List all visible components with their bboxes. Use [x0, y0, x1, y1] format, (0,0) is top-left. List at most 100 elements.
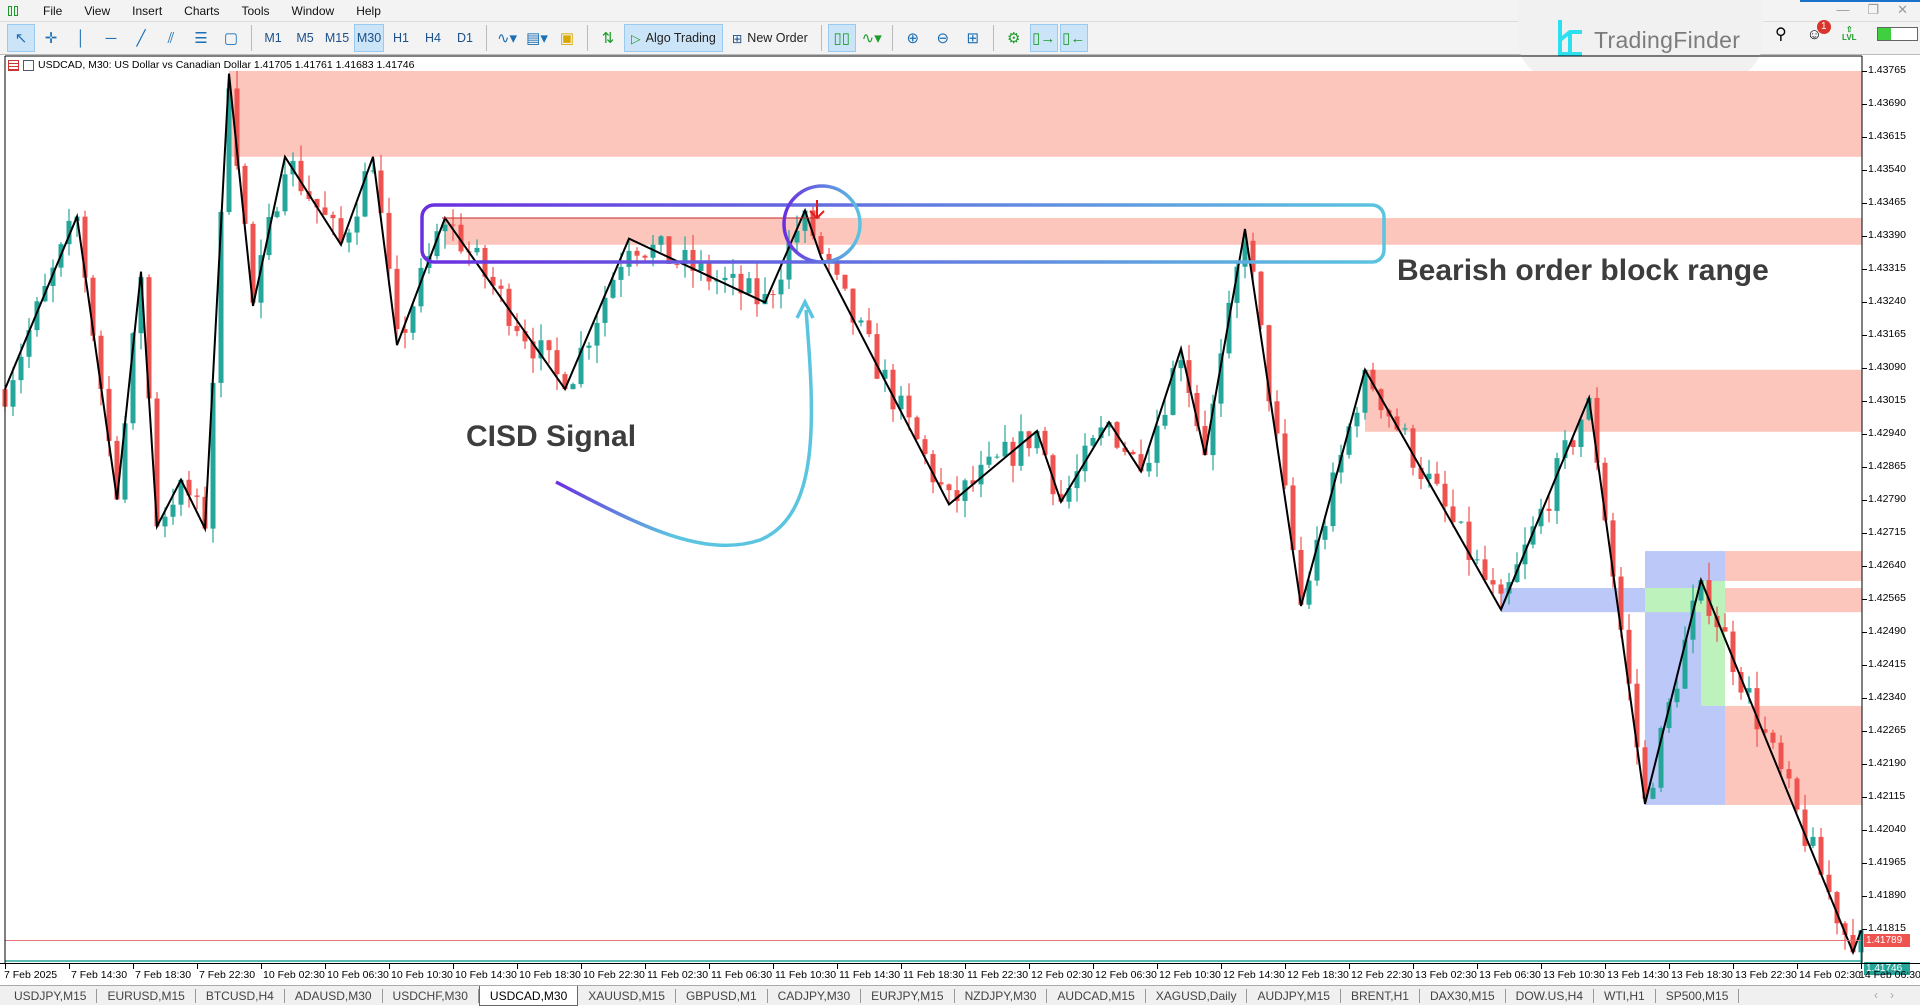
tab-usdjpy-m15[interactable]: USDJPY,M15 [4, 988, 98, 1003]
bearish-candle [1258, 271, 1264, 326]
bullish-candle [10, 380, 16, 407]
tab-audjpy-m15[interactable]: AUDJPY,M15 [1247, 988, 1341, 1003]
bearish-candle [1794, 778, 1800, 810]
tab-nzdjpy-m30[interactable]: NZDJPY,M30 [955, 988, 1048, 1003]
bearish-candle [770, 294, 776, 296]
chart-window-icon [23, 59, 34, 71]
bearish-candle [1546, 508, 1552, 511]
price-tick [1862, 269, 1867, 270]
bearish-candle [394, 268, 400, 330]
bid-price-tag: 1.41789 [1864, 934, 1910, 948]
time-tick [1477, 964, 1478, 969]
bearish-candle [554, 350, 560, 375]
tab-audcad-m15[interactable]: AUDCAD,M15 [1047, 988, 1146, 1003]
tab-sp500-m15[interactable]: SP500,M15 [1656, 988, 1740, 1003]
price-tick [1862, 401, 1867, 402]
pink-zone [229, 71, 1862, 157]
time-tick-label: 10 Feb 06:30 [327, 969, 389, 981]
price-tick-label: 1.42415 [1868, 658, 1906, 670]
bearish-candle [498, 285, 504, 289]
tab-scroll-arrows[interactable]: ‹› [1874, 988, 1906, 1002]
time-tick-label: 14 Feb 02:30 [1799, 969, 1861, 981]
time-tick [517, 964, 518, 969]
price-chart[interactable] [0, 0, 1920, 1005]
bearish-candle [322, 207, 328, 215]
time-tick [1413, 964, 1414, 969]
bearish-candle [674, 263, 680, 265]
price-tick [1862, 566, 1867, 567]
bullish-candle [346, 232, 352, 243]
price-tick-label: 1.42115 [1868, 790, 1906, 802]
tab-eurjpy-m15[interactable]: EURJPY,M15 [861, 988, 955, 1003]
bullish-candle [474, 247, 480, 253]
bearish-candle [1490, 580, 1496, 585]
tab-usdcad-m30[interactable]: USDCAD,M30 [478, 985, 579, 1006]
time-tick-label: 12 Feb 02:30 [1031, 969, 1093, 981]
tab-brent-h1[interactable]: BRENT,H1 [1341, 988, 1420, 1003]
bullish-candle [410, 306, 416, 333]
time-tick [901, 964, 902, 969]
time-tick [1541, 964, 1542, 969]
bearish-candle [1442, 483, 1448, 507]
bearish-candle [514, 325, 520, 332]
bearish-candle [1778, 742, 1784, 770]
tab-eurusd-m15[interactable]: EURUSD,M15 [97, 988, 196, 1003]
tab-adausd-m30[interactable]: ADAUSD,M30 [285, 988, 383, 1003]
time-tick [69, 964, 70, 969]
tab-wti-h1[interactable]: WTI,H1 [1594, 988, 1656, 1003]
price-tick [1862, 797, 1867, 798]
bearish-ob-range-label: Bearish order block range [1397, 254, 1769, 287]
bearish-candle [1786, 769, 1792, 779]
bullish-candle [626, 250, 632, 267]
bullish-candle [1146, 462, 1152, 472]
time-tick-label: 10 Feb 10:30 [391, 969, 453, 981]
time-tick-label: 10 Feb 02:30 [263, 969, 325, 981]
time-tick-label: 12 Feb 06:30 [1095, 969, 1157, 981]
bearish-candle [914, 417, 920, 440]
price-tick [1862, 533, 1867, 534]
price-tick [1862, 170, 1867, 171]
time-tick-label: 13 Feb 06:30 [1479, 969, 1541, 981]
price-tick-label: 1.43315 [1868, 262, 1906, 274]
price-tick [1862, 71, 1867, 72]
tab-xauusd-m15[interactable]: XAUUSD,M15 [578, 988, 676, 1003]
time-tick-label: 7 Feb 22:30 [199, 969, 256, 981]
time-tick-label: 10 Feb 18:30 [519, 969, 581, 981]
cisd-signal-label: CISD Signal [466, 420, 637, 453]
time-axis[interactable]: 7 Feb 2025 7 Feb 14:30 7 Feb 18:30 7 Feb 22… [0, 963, 1920, 985]
price-tick [1862, 599, 1867, 600]
time-tick [1605, 964, 1606, 969]
tab-dax30-m15[interactable]: DAX30,M15 [1420, 988, 1506, 1003]
time-tick [133, 964, 134, 969]
tab-cadjpy-m30[interactable]: CADJPY,M30 [768, 988, 862, 1003]
price-tick [1862, 236, 1867, 237]
bullish-candle [354, 216, 360, 233]
tab-gbpusd-m1[interactable]: GBPUSD,M1 [676, 988, 768, 1003]
price-tick [1862, 500, 1867, 501]
time-tick-label: 11 Feb 22:30 [967, 969, 1029, 981]
price-tick [1862, 137, 1867, 138]
bullish-candle [858, 320, 864, 323]
bearish-candle [1282, 433, 1288, 486]
time-tick-label: 7 Feb 18:30 [135, 969, 192, 981]
bullish-candle [722, 277, 728, 281]
tab-dow-us-h4[interactable]: DOW.US,H4 [1506, 988, 1595, 1003]
time-tick-label: 7 Feb 14:30 [71, 969, 128, 981]
price-tick-label: 1.43690 [1868, 97, 1906, 109]
tab-btcusd-h4[interactable]: BTCUSD,H4 [196, 988, 285, 1003]
bullish-candle [978, 464, 984, 485]
time-tick-label: 14 Feb 06:30 [1859, 969, 1920, 981]
time-tick-label: 11 Feb 14:30 [839, 969, 901, 981]
bearish-candle [1498, 584, 1504, 594]
tab-usdchf-m30[interactable]: USDCHF,M30 [383, 988, 479, 1003]
tab-xagusd-daily[interactable]: XAGUSD,Daily [1146, 988, 1248, 1003]
time-tick-label: 11 Feb 10:30 [775, 969, 837, 981]
bearish-candle [842, 274, 848, 289]
bullish-candle [618, 266, 624, 280]
price-tick [1862, 368, 1867, 369]
time-tick-label: 13 Feb 18:30 [1671, 969, 1733, 981]
time-tick [1349, 964, 1350, 969]
time-tick-label: 12 Feb 18:30 [1287, 969, 1349, 981]
price-tick-label: 1.42340 [1868, 691, 1906, 703]
bullish-candle [18, 356, 24, 381]
